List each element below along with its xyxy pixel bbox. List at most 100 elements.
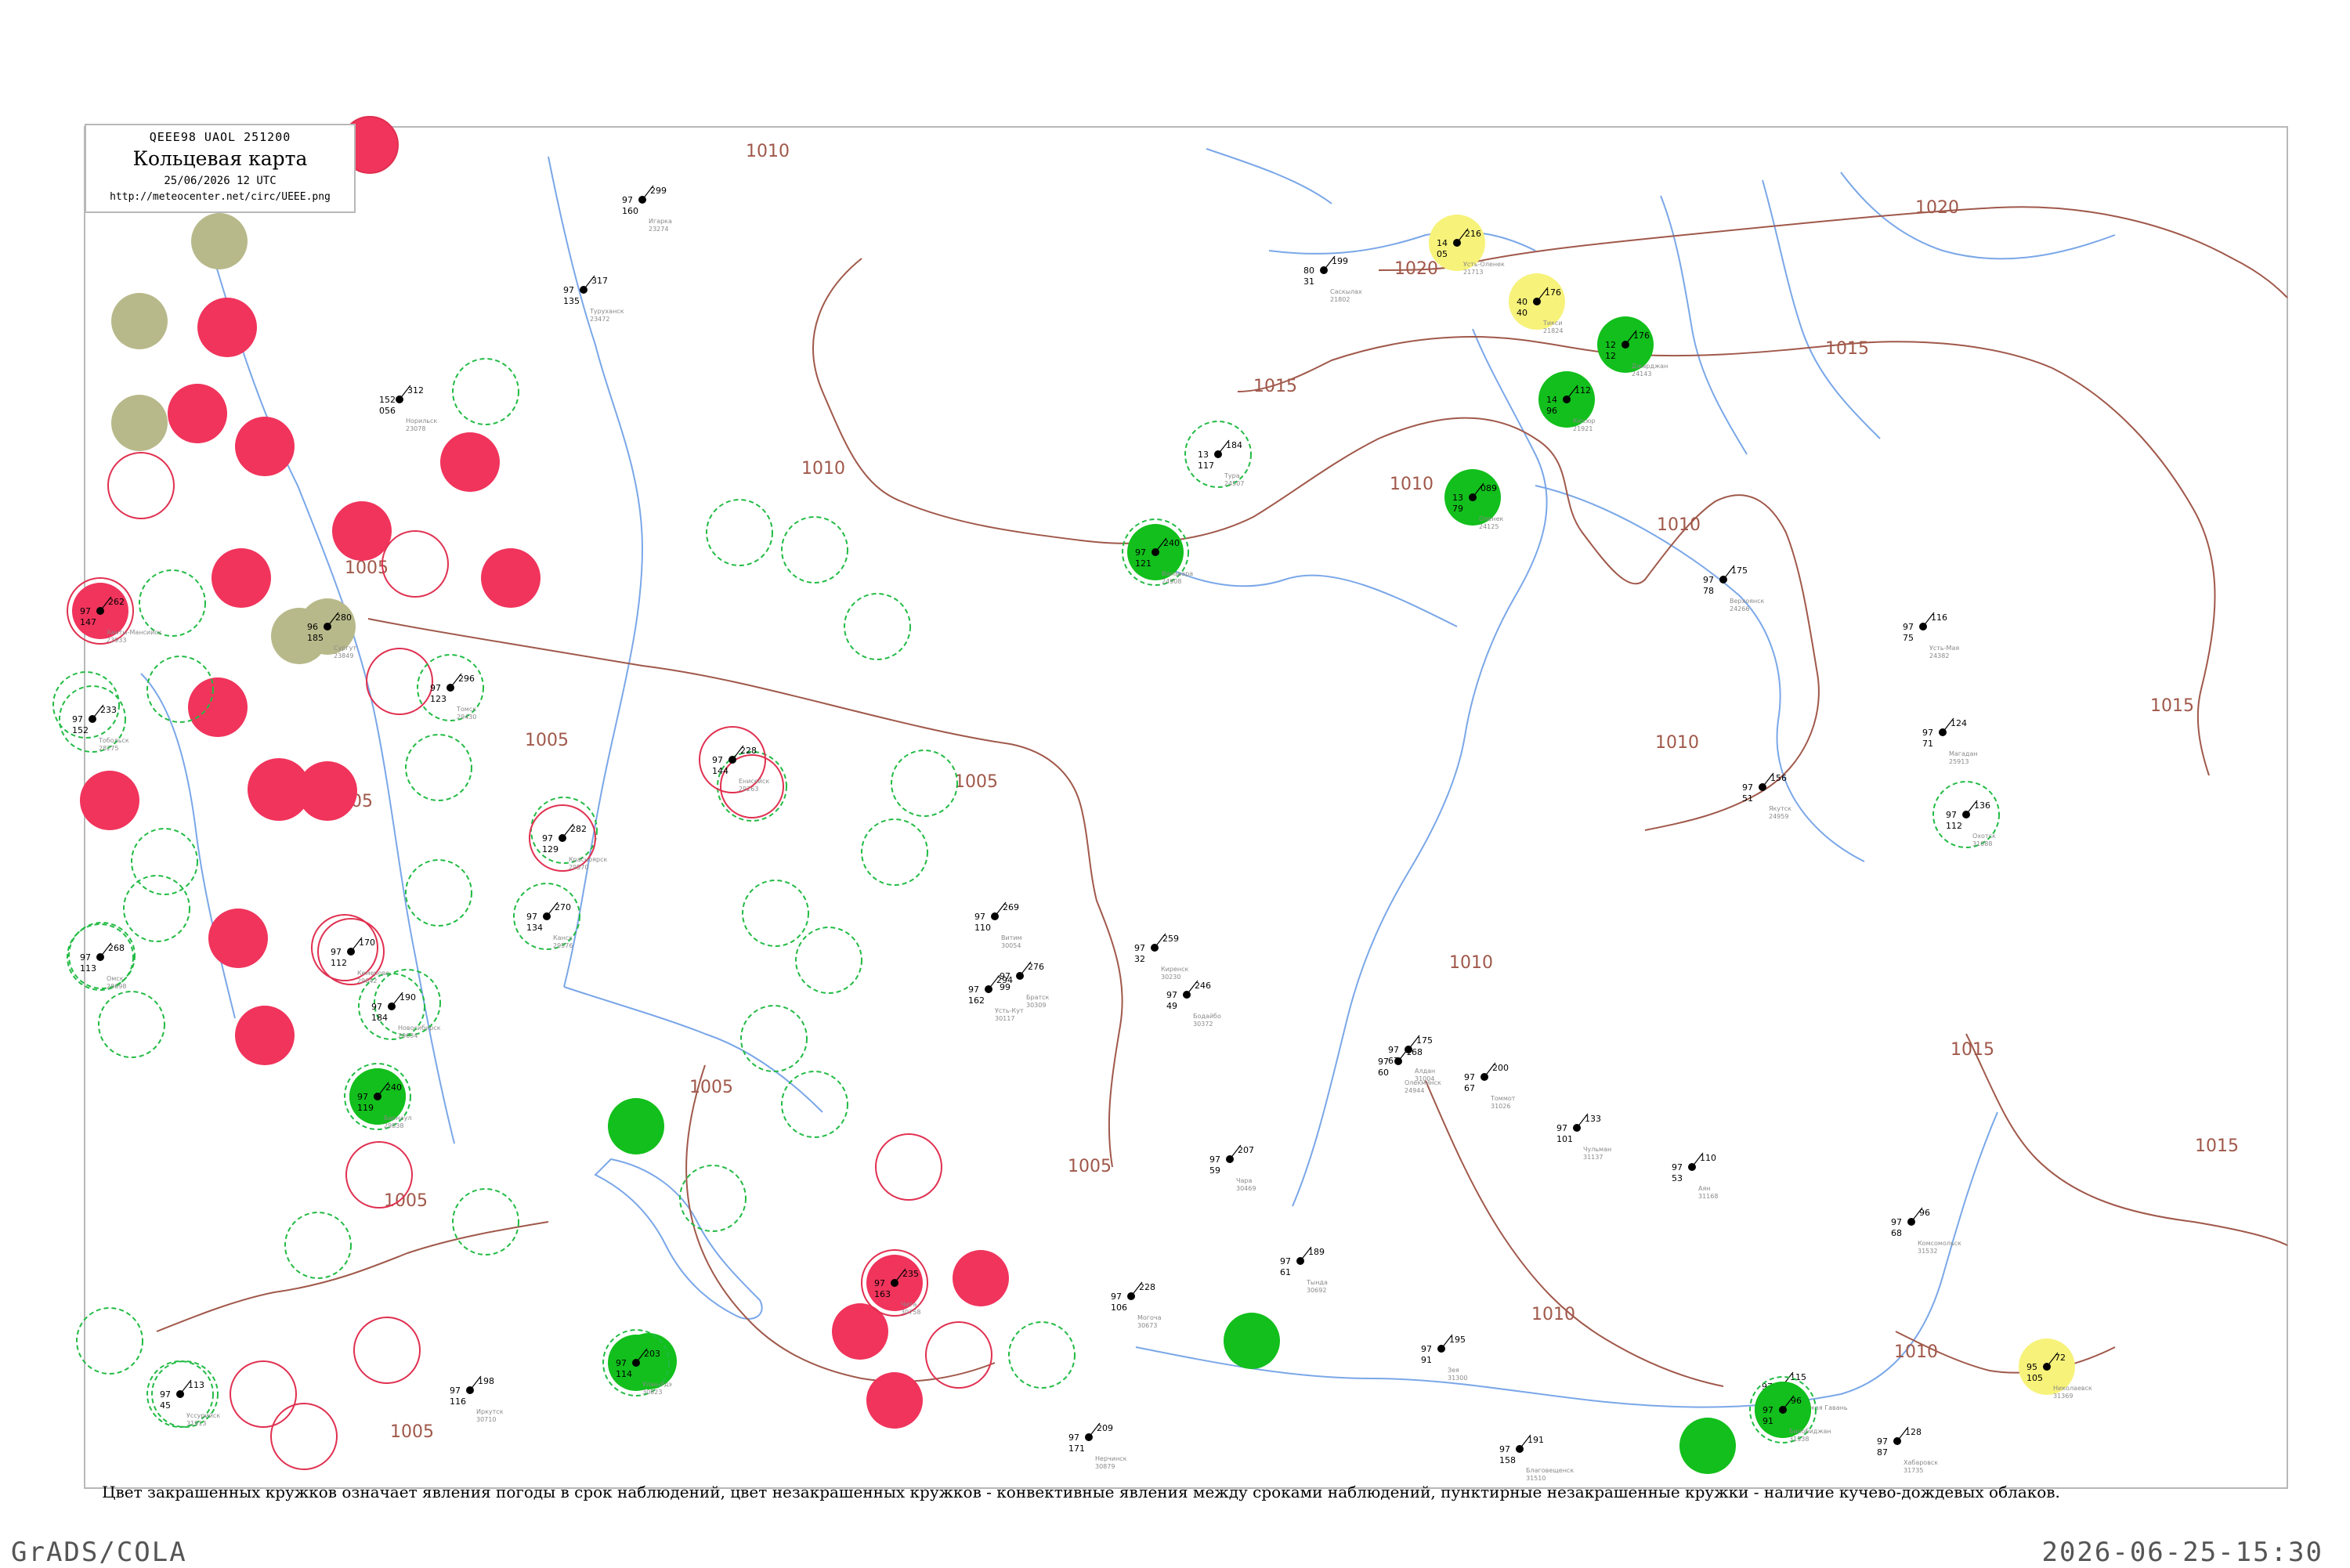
station-index: 24143	[1632, 370, 1651, 378]
station-index: 31300	[1448, 1375, 1467, 1382]
station-dewpoint: 185	[307, 633, 324, 643]
header-legend: QEEE98 UAOL 251200 Кольцевая карта 25/06…	[85, 124, 356, 213]
station-index: 24382	[1929, 652, 1949, 659]
station-ring-marker	[405, 734, 472, 801]
station-model: 175 9767 Алдан31004	[1388, 1035, 1435, 1082]
station-index: 30054	[1001, 942, 1021, 949]
station-name: Енисейск	[739, 778, 769, 785]
station-thunder-marker	[208, 909, 268, 968]
station-index: 21824	[1543, 327, 1563, 334]
station-ring-marker	[353, 1317, 421, 1384]
station-temperature: 97	[1378, 1057, 1389, 1067]
station-dewpoint: 67	[1464, 1083, 1475, 1093]
station-pressure: 299	[650, 186, 667, 196]
station-temperature: 97	[526, 912, 537, 922]
station-pressure: 190	[400, 992, 416, 1003]
station-thunder-marker	[953, 1250, 1009, 1306]
station-model: 268 97113 Омск28698	[67, 923, 134, 991]
station-index: 30469	[1236, 1185, 1256, 1192]
station-thunder-marker	[440, 432, 500, 492]
station-pressure: 116	[1931, 612, 1947, 623]
station-temperature: 97	[1946, 810, 1957, 820]
station-temperature: 96	[307, 622, 318, 632]
station-index: 29838	[384, 1122, 403, 1129]
station-index: 31168	[1698, 1193, 1718, 1200]
station-dewpoint: 105	[2026, 1373, 2043, 1383]
station-dewpoint: 40	[1517, 308, 1528, 318]
station-model: 199 8031 Саскылах21802	[1303, 255, 1362, 303]
isobar-label: 1005	[1068, 1157, 1112, 1176]
map-caption: Цвет закрашенных кружков означает явлени…	[102, 1483, 2060, 1501]
station-name: Зея	[1448, 1367, 1459, 1374]
station-ring-marker	[284, 1212, 352, 1279]
station-index: 29642	[357, 977, 377, 985]
station-pressure: 280	[335, 612, 352, 623]
station-model: 112 1496 Кюсюр21921	[1538, 371, 1596, 432]
station-pressure: 133	[1585, 1114, 1601, 1124]
station-temperature: 97	[616, 1358, 627, 1368]
station-index: 29576	[553, 942, 573, 949]
stations-layer: 1998031Саскылах218022161405Усть-Оленек21…	[59, 185, 2092, 1482]
river-khatanga	[1206, 148, 1332, 204]
isobar-label: 1020	[1915, 198, 1959, 218]
station-pressure: 259	[1162, 934, 1179, 944]
station-dewpoint: 119	[357, 1103, 374, 1113]
station-model: 110 9753 Аян31168	[1672, 1152, 1718, 1200]
station-model: 116 9775 Усть-Мая24382	[1903, 612, 1959, 659]
isobar-label: 1005	[954, 772, 998, 792]
station-temperature: 97	[1135, 547, 1146, 558]
station-ring-marker	[405, 859, 472, 927]
station-index: 30230	[1161, 974, 1180, 981]
isobar-label: 1010	[746, 142, 790, 161]
station-model: 128 9787 Хабаровск31735	[1877, 1426, 1938, 1474]
station-name: Аян	[1698, 1185, 1711, 1192]
station-pressure: 175	[1731, 565, 1748, 576]
station-pressure: 207	[1238, 1145, 1254, 1155]
station-temperature: 97	[80, 606, 91, 616]
station-name: Саскылах	[1330, 288, 1362, 295]
isobar-1015-north	[1237, 335, 2216, 776]
station-dewpoint: 101	[1556, 1134, 1573, 1144]
station-pressure: 156	[1770, 773, 1787, 783]
station-pressure: 199	[1332, 256, 1348, 266]
station-temperature: 14	[1546, 395, 1557, 405]
station-pressure: 96	[1791, 1396, 1802, 1406]
station-ring-marker	[452, 358, 519, 425]
station-model: 228 97144 Енисейск29263	[699, 726, 769, 793]
station-model: 176 1212 Джарджан24143	[1597, 316, 1668, 378]
station-name: Иркутск	[476, 1408, 504, 1415]
station-temperature: 97	[974, 912, 985, 922]
station-ring-marker	[530, 797, 598, 864]
station-dewpoint: 68	[1891, 1228, 1902, 1238]
station-pressure: 312	[407, 385, 424, 396]
station-thunder-marker	[866, 1372, 923, 1429]
station-name: Хабаровск	[1904, 1459, 1938, 1466]
station-ring-marker	[1008, 1321, 1076, 1389]
station-name: Туруханск	[589, 308, 624, 315]
station-index: 24944	[1405, 1087, 1424, 1094]
station-dewpoint: 96	[1546, 406, 1557, 416]
station-pressure: 115	[1790, 1372, 1806, 1382]
station-name: Томск	[456, 706, 476, 713]
station-index: 23849	[334, 652, 353, 659]
source-url: http://meteocenter.net/circ/UEEE.png	[110, 191, 331, 203]
station-dewpoint: 162	[968, 995, 985, 1006]
station-pressure: 176	[1545, 287, 1561, 298]
station-name: Бодайбо	[1193, 1013, 1221, 1020]
station-dewpoint: 78	[1703, 586, 1714, 596]
river-ob	[211, 250, 455, 1144]
station-model: 189 9761 Тында30692	[1280, 1246, 1328, 1294]
isobar-label: 1010	[1657, 515, 1701, 535]
station-model: 312 152056 Норильск23078	[379, 385, 437, 432]
station-name: Верхоянск	[1730, 598, 1765, 605]
station-dewpoint: 129	[542, 844, 559, 854]
station-model: 2769799Братск30309	[1000, 961, 1050, 1009]
station-name: Джарджан	[1632, 363, 1668, 370]
station-ring-marker	[381, 530, 449, 598]
station-temperature: 97	[1922, 728, 1933, 738]
station-pressure: 216	[1465, 229, 1481, 239]
station-pressure: 089	[1480, 483, 1497, 493]
isobar-label: 1010	[1449, 953, 1493, 973]
river-lena	[1292, 328, 1548, 1207]
station-temperature: 97	[371, 1002, 382, 1012]
